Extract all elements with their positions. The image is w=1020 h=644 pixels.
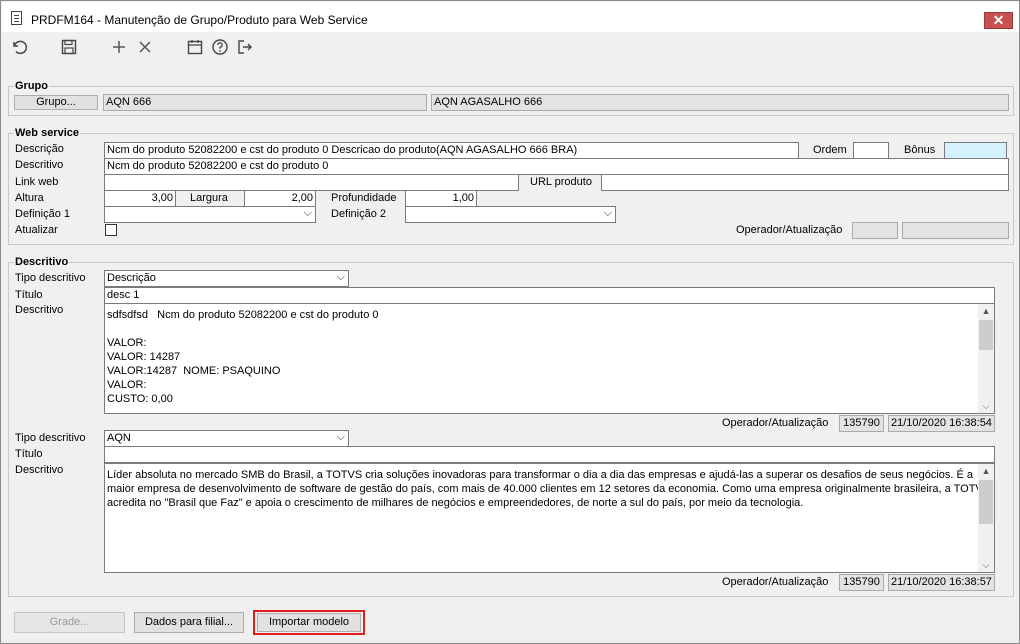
definicao2-label: Definição 2 bbox=[331, 208, 387, 220]
url-produto-label: URL produto bbox=[530, 176, 592, 188]
undo-icon bbox=[13, 40, 28, 55]
window-title: PRDFM164 - Manutenção de Grupo/Produto p… bbox=[31, 13, 368, 27]
descritivo-label: Descritivo bbox=[15, 159, 64, 171]
desc2-atualizacao-field[interactable]: 21/10/2020 16:38:57 bbox=[888, 574, 995, 591]
scroll-down-icon[interactable]: ⌵ bbox=[978, 399, 994, 413]
definicao1-select[interactable]: ⌵ bbox=[104, 206, 316, 223]
chevron-down-icon: ⌵ bbox=[336, 271, 345, 283]
title-bar: PRDFM164 - Manutenção de Grupo/Produto p… bbox=[2, 2, 1019, 32]
memo-line: VALOR:14287 NOME: PSAQUINO bbox=[107, 365, 281, 377]
largura-field[interactable]: 2,00 bbox=[244, 190, 316, 207]
profundidade-field[interactable]: 1,00 bbox=[405, 190, 477, 207]
scroll-thumb[interactable] bbox=[979, 480, 993, 524]
dados-filial-button[interactable]: Dados para filial... bbox=[134, 612, 244, 633]
memo-line: VALOR: 14287 bbox=[107, 351, 181, 363]
save-icon bbox=[61, 39, 77, 55]
help-icon bbox=[212, 39, 228, 55]
calendar-icon bbox=[187, 40, 203, 55]
tipo-descritivo-select[interactable]: Descrição ⌵ bbox=[104, 270, 349, 287]
exit-button[interactable] bbox=[234, 38, 256, 60]
descritivo-memo-label-2: Descritivo bbox=[15, 464, 64, 476]
close-icon: ✕ bbox=[992, 12, 1005, 28]
grupo-description-field[interactable]: AQN AGASALHO 666 bbox=[431, 94, 1009, 111]
url-produto-field[interactable] bbox=[601, 174, 1009, 191]
ws-operador-label: Operador/Atualização bbox=[736, 224, 843, 236]
grupo-button[interactable]: Grupo... bbox=[14, 95, 98, 110]
tipo-descritivo-value-2: AQN bbox=[107, 432, 131, 444]
memo-line: sdfsdfsd Ncm do produto 52082200 e cst d… bbox=[107, 309, 379, 321]
importar-modelo-button[interactable]: Importar modelo bbox=[257, 613, 361, 632]
scroll-up-icon[interactable]: ▲ bbox=[978, 464, 994, 478]
descritivo-memo-2[interactable]: Líder absoluta no mercado SMB do Brasil,… bbox=[104, 463, 995, 573]
application-window: PRDFM164 - Manutenção de Grupo/Produto p… bbox=[0, 0, 1020, 644]
memo-line: CUSTO: 0,00 bbox=[107, 393, 173, 405]
document-icon bbox=[11, 11, 22, 25]
ws-operador-field[interactable] bbox=[852, 222, 898, 239]
scroll-up-icon[interactable]: ▲ bbox=[978, 304, 994, 318]
ws-atualizacao-field[interactable] bbox=[902, 222, 1009, 239]
chevron-down-icon: ⌵ bbox=[336, 431, 345, 443]
vertical-scrollbar[interactable]: ▲ ⌵ bbox=[978, 464, 994, 572]
chevron-down-icon: ⌵ bbox=[303, 207, 312, 219]
descritivo-memo-label: Descritivo bbox=[15, 304, 64, 316]
vertical-scrollbar[interactable]: ▲ ⌵ bbox=[978, 304, 994, 413]
tipo-descritivo-value: Descrição bbox=[107, 272, 156, 284]
definicao2-select[interactable]: ⌵ bbox=[405, 206, 616, 223]
memo-line: Líder absoluta no mercado SMB do Brasil,… bbox=[107, 469, 974, 481]
titulo-field-2[interactable] bbox=[104, 446, 995, 463]
grade-button[interactable]: Grade... bbox=[14, 612, 125, 633]
add-button[interactable] bbox=[108, 38, 130, 60]
memo-line bbox=[107, 322, 978, 336]
tipo-descritivo-label: Tipo descritivo bbox=[15, 272, 86, 284]
memo-line: acredita no "Brasil que Faz" e apoia o c… bbox=[107, 497, 804, 509]
definicao1-label: Definição 1 bbox=[15, 208, 71, 220]
undo-button[interactable] bbox=[8, 38, 30, 60]
add-icon bbox=[113, 41, 125, 53]
descritivo-legend: Descritivo bbox=[14, 256, 70, 268]
memo-line: maior empresa de desenvolvimento de soft… bbox=[107, 483, 991, 495]
toolbar bbox=[2, 33, 1019, 65]
altura-field[interactable]: 3,00 bbox=[104, 190, 176, 207]
grupo-code-field[interactable]: AQN 666 bbox=[103, 94, 427, 111]
atualizar-label: Atualizar bbox=[15, 224, 58, 236]
web-service-legend: Web service bbox=[14, 127, 81, 139]
tipo-descritivo-label-2: Tipo descritivo bbox=[15, 432, 86, 444]
memo-line: VALOR: bbox=[107, 379, 147, 391]
descricao-field[interactable]: Ncm do produto 52082200 e cst do produto… bbox=[104, 142, 799, 159]
descricao-label: Descrição bbox=[15, 143, 64, 155]
chevron-down-icon: ⌵ bbox=[603, 207, 612, 219]
desc1-atualizacao-field[interactable]: 21/10/2020 16:38:54 bbox=[888, 415, 995, 432]
delete-button[interactable] bbox=[134, 38, 156, 60]
bonus-field[interactable] bbox=[944, 142, 1007, 159]
memo-line: VALOR: bbox=[107, 337, 147, 349]
desc2-operador-label: Operador/Atualização bbox=[722, 576, 829, 588]
calendar-button[interactable] bbox=[184, 38, 206, 60]
titulo-field[interactable]: desc 1 bbox=[104, 287, 995, 304]
link-web-label: Link web bbox=[15, 176, 59, 188]
bonus-label: Bônus bbox=[904, 144, 936, 156]
atualizar-checkbox[interactable] bbox=[105, 224, 117, 236]
help-button[interactable] bbox=[209, 38, 231, 60]
descritivo-memo[interactable]: sdfsdfsd Ncm do produto 52082200 e cst d… bbox=[104, 303, 995, 414]
scroll-thumb[interactable] bbox=[979, 320, 993, 350]
desc1-operador-field[interactable]: 135790 bbox=[839, 415, 884, 432]
profundidade-label: Profundidade bbox=[331, 192, 397, 204]
titulo-label-2: Título bbox=[15, 448, 43, 460]
close-window-button[interactable]: ✕ bbox=[984, 12, 1013, 29]
scroll-down-icon[interactable]: ⌵ bbox=[978, 558, 994, 572]
tipo-descritivo-select-2[interactable]: AQN ⌵ bbox=[104, 430, 349, 447]
grupo-legend: Grupo bbox=[14, 80, 49, 92]
ordem-label: Ordem bbox=[813, 144, 847, 156]
desc2-operador-field[interactable]: 135790 bbox=[839, 574, 884, 591]
altura-label: Altura bbox=[15, 192, 44, 204]
desc1-operador-label: Operador/Atualização bbox=[722, 417, 829, 429]
largura-label: Largura bbox=[190, 192, 228, 204]
delete-icon bbox=[139, 41, 151, 53]
save-button[interactable] bbox=[58, 38, 80, 60]
descritivo-field[interactable]: Ncm do produto 52082200 e cst do produto… bbox=[104, 158, 1009, 175]
link-web-field[interactable] bbox=[104, 174, 519, 191]
titulo-label: Título bbox=[15, 289, 43, 301]
exit-icon bbox=[238, 40, 252, 54]
ordem-field[interactable] bbox=[853, 142, 889, 159]
